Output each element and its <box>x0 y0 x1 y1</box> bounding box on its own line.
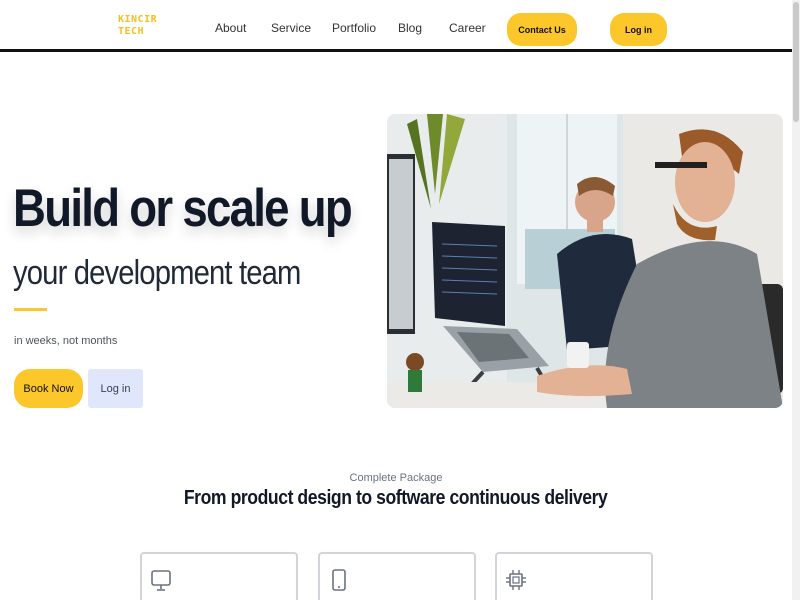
page-scrollbar[interactable] <box>792 0 800 600</box>
hero-login-button[interactable]: Log in <box>88 369 143 408</box>
smartphone-icon <box>332 569 346 591</box>
hero-divider <box>14 308 47 311</box>
logo[interactable]: KINCIR TECH <box>118 14 158 38</box>
nav-blog[interactable]: Blog <box>398 21 422 35</box>
section-title: From product design to software continuo… <box>0 487 792 510</box>
hero-tagline: in weeks, not months <box>14 335 118 347</box>
nav-portfolio[interactable]: Portfolio <box>332 21 376 35</box>
hero-title: Build or scale up <box>13 179 353 238</box>
book-now-button[interactable]: Book Now <box>14 369 83 408</box>
monitor-icon <box>151 570 171 591</box>
contact-us-button[interactable]: Contact Us <box>507 13 577 46</box>
section-kicker: Complete Package <box>349 472 443 484</box>
nav-career[interactable]: Career <box>449 21 486 35</box>
nav-about[interactable]: About <box>215 21 246 35</box>
service-card-mobile[interactable] <box>318 552 476 600</box>
nav-service[interactable]: Service <box>271 21 311 35</box>
logo-line-2: TECH <box>118 26 145 37</box>
logo-line-1: KINCIR <box>118 14 158 25</box>
hero-subtitle: your development team <box>13 254 301 292</box>
section-title-text: From product design to software continuo… <box>184 487 608 509</box>
service-card-hardware[interactable] <box>495 552 653 600</box>
cpu-icon <box>506 570 526 590</box>
scrollbar-thumb[interactable] <box>793 2 799 122</box>
site-header: KINCIR TECH About Service Portfolio Blog… <box>0 0 792 52</box>
hero-photo <box>387 114 783 408</box>
service-card-design[interactable] <box>140 552 298 600</box>
header-login-button[interactable]: Log in <box>610 13 667 46</box>
